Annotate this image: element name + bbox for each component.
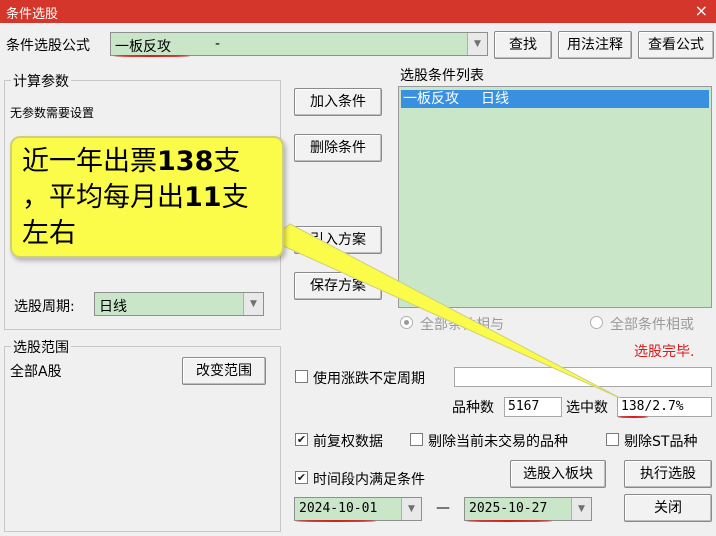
- callout-text: ，平均每月出: [22, 182, 184, 213]
- callout-line-2: ，平均每月出11支: [22, 180, 272, 216]
- callout-text: 支: [213, 146, 241, 177]
- callout-text: 近一年出票: [22, 146, 157, 177]
- callout-number: 138: [157, 146, 214, 177]
- callout-text: 支: [221, 182, 249, 213]
- callout-arrow: [269, 223, 621, 399]
- callout-line-3: 左右: [22, 218, 76, 249]
- callout-number: 11: [184, 182, 222, 213]
- callout-pointer: [269, 223, 621, 399]
- annotation-callout: 近一年出票138支 ，平均每月出11支 左右: [10, 136, 284, 258]
- callout-line-1: 近一年出票138支: [22, 144, 272, 180]
